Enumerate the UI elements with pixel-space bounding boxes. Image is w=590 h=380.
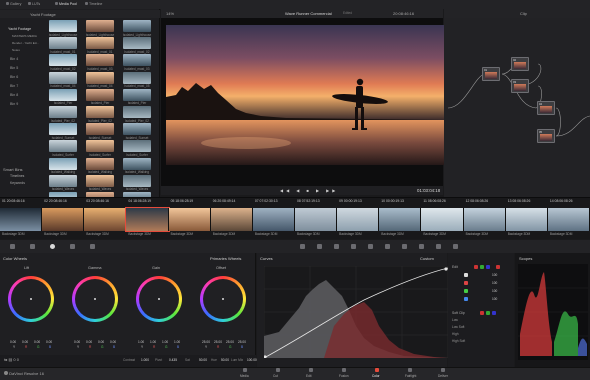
page-tab-edit[interactable]: Edit bbox=[306, 374, 312, 378]
page-tabs: Media Cut Edit Fusion Color Fairlight Deliver bbox=[0, 0, 590, 380]
wheel-center-handle[interactable] bbox=[94, 298, 96, 300]
page-deliver-icon[interactable] bbox=[441, 368, 445, 372]
page-tab-media[interactable]: Media bbox=[240, 374, 249, 378]
page-tab-cut[interactable]: Cut bbox=[273, 374, 278, 378]
page-tab-color[interactable]: Color bbox=[372, 374, 380, 378]
page-tab-fusion[interactable]: Fusion bbox=[339, 374, 349, 378]
page-edit-icon[interactable] bbox=[309, 368, 313, 372]
wheel-center-handle[interactable] bbox=[222, 298, 224, 300]
page-tab-fairlight[interactable]: Fairlight bbox=[405, 374, 416, 378]
page-fusion-icon[interactable] bbox=[342, 368, 346, 372]
wheel-center-handle[interactable] bbox=[30, 298, 32, 300]
page-fairlight-icon[interactable] bbox=[408, 368, 412, 372]
wheel-center-handle[interactable] bbox=[158, 298, 160, 300]
page-color-icon[interactable] bbox=[375, 368, 379, 372]
page-media-icon[interactable] bbox=[243, 368, 247, 372]
page-tab-deliver[interactable]: Deliver bbox=[438, 374, 448, 378]
page-cut-icon[interactable] bbox=[276, 368, 280, 372]
